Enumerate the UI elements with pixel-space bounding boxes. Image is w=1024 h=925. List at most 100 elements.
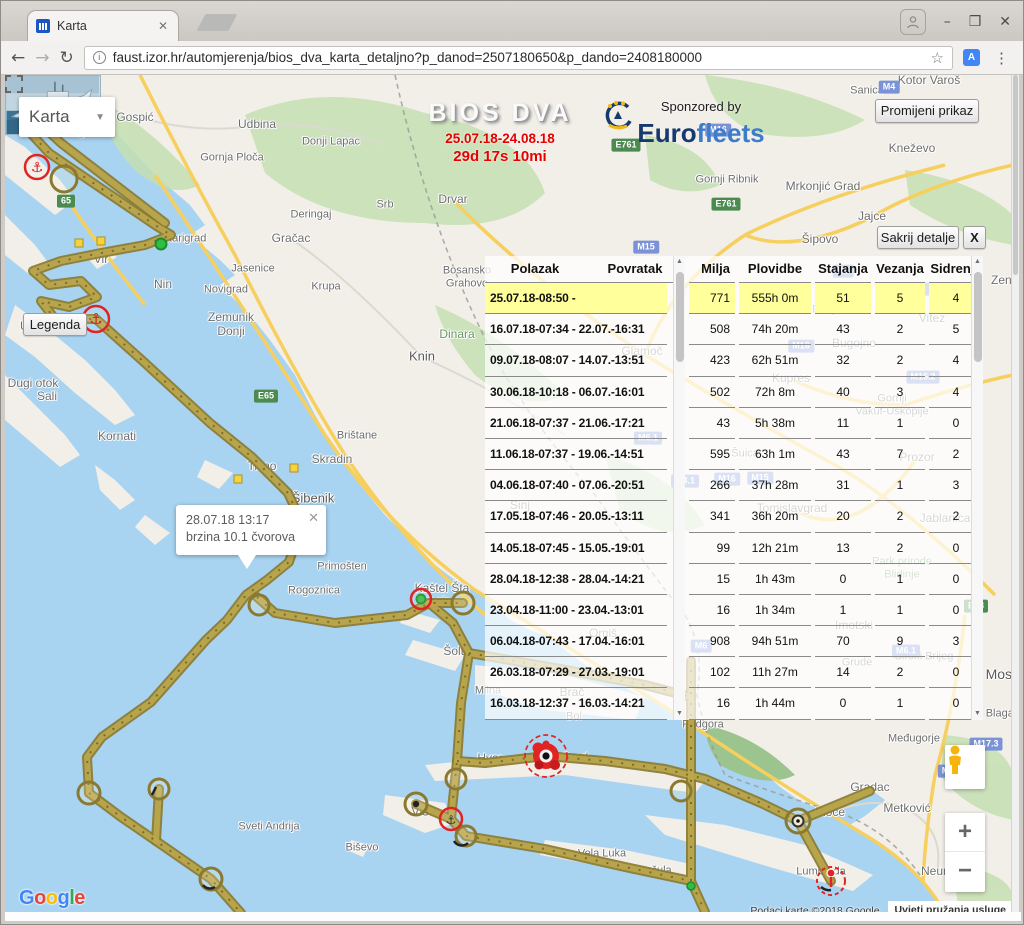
voyage-plovidbe: 72h 8m: [739, 377, 811, 408]
scrollbar-thumb[interactable]: [974, 272, 982, 362]
change-view-button[interactable]: Promijeni prikaz: [875, 99, 979, 123]
voyage-dates: 25.07.18-08:50 -: [485, 283, 667, 314]
scroll-up-icon[interactable]: ▲: [972, 256, 983, 268]
close-details-button[interactable]: X: [963, 226, 986, 249]
browser-menu-icon[interactable]: ⋮: [990, 49, 1013, 67]
zoom-in-button[interactable]: +: [945, 813, 985, 852]
voyage-row[interactable]: 435h 38m1110: [685, 408, 983, 439]
voyage-dates: 21.06.18-07:37 - 21.06.-17:21: [485, 408, 667, 439]
back-icon[interactable]: ←: [11, 48, 25, 68]
maximize-button[interactable]: ❒: [969, 14, 982, 30]
browser-toolbar: ← → ↻ i faust.izor.hr/automjerenja/bios_…: [1, 41, 1023, 75]
voyage-milja: 908: [689, 626, 735, 657]
url-bar[interactable]: i faust.izor.hr/automjerenja/bios_dva_ka…: [84, 46, 953, 70]
legend-button[interactable]: Legenda: [23, 313, 87, 336]
voyage-row[interactable]: 50272h 8m4034: [685, 377, 983, 408]
voyage-row[interactable]: 9912h 21m1320: [685, 533, 983, 564]
voyage-plovidbe: 74h 20m: [739, 314, 811, 345]
voyage-row[interactable]: 42362h 51m3224: [685, 345, 983, 376]
voyage-stajanja: 11: [815, 408, 871, 439]
voyage-row[interactable]: 14.05.18-07:45 - 15.05.-19:01: [485, 533, 685, 564]
voyage-stajanja: 43: [815, 439, 871, 470]
voyage-row[interactable]: 26.03.18-07:29 - 27.03.-19:01: [485, 657, 685, 688]
voyage-dates: 06.04.18-07:43 - 17.04.-16:01: [485, 626, 667, 657]
translate-icon[interactable]: A: [963, 49, 980, 66]
voyage-vezanja: 2: [875, 501, 925, 532]
voyage-row[interactable]: 17.05.18-07:46 - 20.05.-13:11: [485, 501, 685, 532]
voyage-row[interactable]: 26637h 28m3113: [685, 470, 983, 501]
voyage-vezanja: 2: [875, 533, 925, 564]
browser-tab[interactable]: Karta ✕: [27, 10, 179, 41]
voyage-row[interactable]: 161h 44m010: [685, 688, 983, 719]
map-canvas[interactable]: KarlobagGospićUdbinaGornja PločaDonji La…: [5, 75, 1013, 912]
voyage-stajanja: 14: [815, 657, 871, 688]
voyage-dates: 16.03.18-12:37 - 16.03.-14:21: [485, 688, 667, 719]
stats-scrollbar[interactable]: ▲ ▼: [971, 256, 983, 720]
terms-link[interactable]: Uvjeti pružanja usluge: [888, 901, 1013, 912]
new-tab-button[interactable]: [196, 14, 237, 31]
reload-icon[interactable]: ↻: [60, 48, 74, 68]
voyage-row[interactable]: 06.04.18-07:43 - 17.04.-16:01: [485, 626, 685, 657]
scroll-down-icon[interactable]: ▼: [972, 708, 983, 720]
scrollbar-thumb[interactable]: [676, 272, 684, 362]
voyage-row[interactable]: 59563h 1m4372: [685, 439, 983, 470]
close-button[interactable]: ✕: [999, 14, 1011, 30]
zoom-out-button[interactable]: −: [945, 852, 985, 891]
forward-icon[interactable]: →: [35, 48, 49, 68]
dates-scrollbar[interactable]: ▲ ▼: [673, 256, 685, 720]
voyage-row[interactable]: 25.07.18-08:50 -: [485, 283, 685, 314]
voyage-row[interactable]: 151h 43m010: [685, 564, 983, 595]
voyage-stajanja: 13: [815, 533, 871, 564]
fullscreen-icon[interactable]: [5, 75, 23, 93]
voyage-row[interactable]: 09.07.18-08:07 - 14.07.-13:51: [485, 345, 685, 376]
scroll-down-icon[interactable]: ▼: [674, 708, 685, 720]
voyage-row[interactable]: 21.06.18-07:37 - 21.06.-17:21: [485, 408, 685, 439]
tab-favicon-icon: [36, 19, 50, 33]
voyage-vezanja: 1: [875, 470, 925, 501]
voyage-row[interactable]: 16.03.18-12:37 - 16.03.-14:21: [485, 688, 685, 719]
url-text[interactable]: faust.izor.hr/automjerenja/bios_dva_kart…: [113, 50, 702, 65]
voyage-dates: 04.06.18-07:40 - 07.06.-20:51: [485, 470, 667, 501]
voyage-row[interactable]: 11.06.18-07:37 - 19.06.-14:51: [485, 439, 685, 470]
voyage-row[interactable]: 28.04.18-12:38 - 28.04.-14:21: [485, 564, 685, 595]
voyage-row[interactable]: 50874h 20m4325: [685, 314, 983, 345]
voyage-vezanja: 2: [875, 314, 925, 345]
tooltip-close-icon[interactable]: ✕: [308, 510, 319, 526]
voyage-row[interactable]: 34136h 20m2022: [685, 501, 983, 532]
bookmark-star-icon[interactable]: ☆: [931, 49, 944, 67]
hide-details-button[interactable]: Sakrij detalje: [877, 226, 959, 249]
voyage-stajanja: 40: [815, 377, 871, 408]
voyage-stajanja: 31: [815, 470, 871, 501]
voyage-stats-panel: Milja Plovidbe Stajanja Vezanja Sidrenja…: [685, 256, 983, 720]
profile-icon[interactable]: [900, 9, 926, 35]
voyage-vezanja: 2: [875, 657, 925, 688]
tab-close-icon[interactable]: ✕: [156, 19, 170, 33]
minimize-button[interactable]: –: [944, 14, 951, 30]
voyage-plovidbe: 36h 20m: [739, 501, 811, 532]
voyage-row[interactable]: 771555h 0m5154: [685, 283, 983, 314]
voyage-milja: 423: [689, 345, 735, 376]
pegman-control[interactable]: [945, 745, 985, 789]
voyage-plovidbe: 12h 21m: [739, 533, 811, 564]
voyage-stajanja: 70: [815, 626, 871, 657]
page-info-icon[interactable]: i: [93, 51, 106, 64]
browser-window: Karta ✕ – ❒ ✕ ← → ↻ i faust.izor.hr/auto…: [0, 0, 1024, 925]
voyage-milja: 43: [689, 408, 735, 439]
map-type-label: Karta: [29, 107, 95, 127]
voyage-plovidbe: 5h 38m: [739, 408, 811, 439]
voyage-row[interactable]: 90894h 51m7093: [685, 626, 983, 657]
voyage-plovidbe: 63h 1m: [739, 439, 811, 470]
voyage-row[interactable]: 23.04.18-11:00 - 23.04.-13:01: [485, 595, 685, 626]
scroll-up-icon[interactable]: ▲: [674, 256, 685, 268]
voyage-row[interactable]: 10211h 27m1420: [685, 657, 983, 688]
map-type-dropdown[interactable]: Karta ▼: [19, 97, 115, 137]
page-scrollbar[interactable]: [1011, 75, 1019, 912]
voyage-row[interactable]: 30.06.18-10:18 - 06.07.-16:01: [485, 377, 685, 408]
scrollbar-thumb[interactable]: [1013, 75, 1018, 275]
voyage-row[interactable]: 161h 34m110: [685, 595, 983, 626]
voyage-row[interactable]: 16.07.18-07:34 - 22.07.-16:31: [485, 314, 685, 345]
voyage-vezanja: 7: [875, 439, 925, 470]
voyage-milja: 341: [689, 501, 735, 532]
voyage-milja: 508: [689, 314, 735, 345]
voyage-row[interactable]: 04.06.18-07:40 - 07.06.-20:51: [485, 470, 685, 501]
